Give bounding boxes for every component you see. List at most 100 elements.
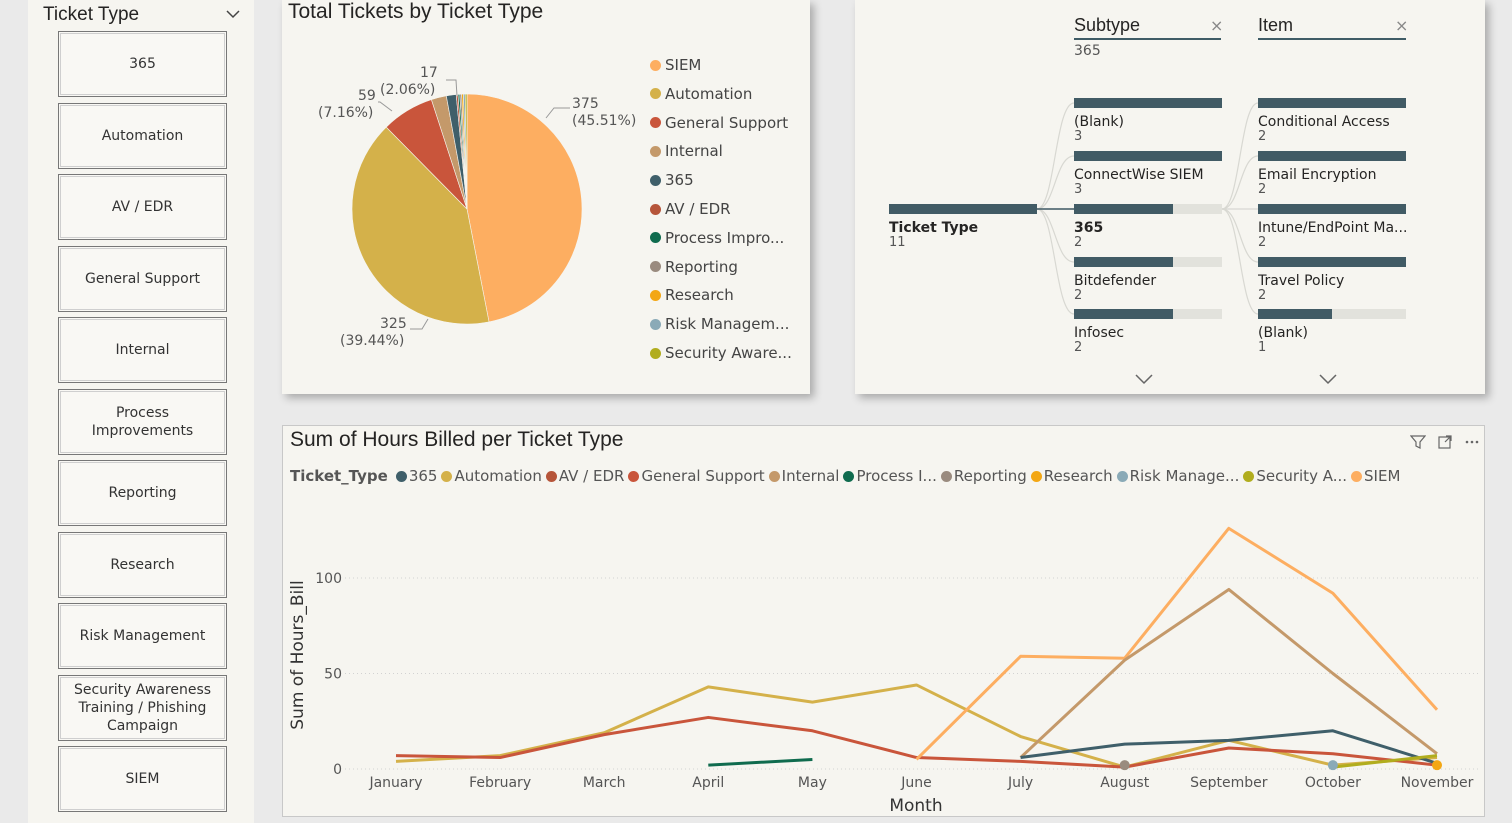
decomp-subtype-node[interactable]: ConnectWise SIEM 3 bbox=[1074, 151, 1222, 197]
series-risk-management-point[interactable] bbox=[1327, 760, 1338, 771]
pie-legend-item[interactable]: AV / EDR bbox=[650, 200, 731, 218]
decomp-subtype-node-label: Infosec bbox=[1074, 325, 1125, 341]
decomp-subtype-node-value: 2 bbox=[1074, 235, 1083, 250]
decomp-item-node-label: Travel Policy bbox=[1258, 273, 1345, 289]
pie-label-internal-value: 17 bbox=[420, 65, 438, 81]
subtype-expand-chevron-icon[interactable] bbox=[1134, 372, 1154, 386]
legend-swatch bbox=[650, 203, 661, 215]
slicer-item[interactable]: Internal bbox=[58, 317, 227, 383]
pie-label-general-value: 59 bbox=[358, 88, 376, 104]
legend-swatch bbox=[650, 59, 661, 71]
y-tick-label: 0 bbox=[333, 762, 342, 778]
slicer-item[interactable]: Security Awareness Training / Phishing C… bbox=[58, 674, 227, 741]
decomp-subtype-node-label: 365 bbox=[1074, 220, 1104, 236]
pie-chart: 375 (45.51%) 325 (39.44%) 59 (7.16%) 17 … bbox=[318, 65, 636, 349]
decomp-subtype-node-value: 3 bbox=[1074, 182, 1083, 197]
slicer-item[interactable]: Process Improvements bbox=[58, 388, 227, 455]
pie-legend-item[interactable]: Automation bbox=[650, 85, 752, 103]
decomp-subtype-node[interactable]: Bitdefender 2 bbox=[1074, 257, 1222, 303]
pie-legend-item[interactable]: SIEM bbox=[650, 56, 701, 74]
slicer-item[interactable]: Reporting bbox=[58, 460, 227, 526]
slicer-item-label: Process Improvements bbox=[91, 404, 194, 439]
slicer-item[interactable]: SIEM bbox=[58, 746, 227, 812]
y-axis-title: Sum of Hours_Bill bbox=[288, 580, 308, 729]
decomp-item-node[interactable]: Email Encryption 2 bbox=[1258, 151, 1406, 197]
series-security-awareness-line[interactable] bbox=[1332, 754, 1438, 769]
x-tick-label: January bbox=[368, 775, 422, 791]
pie-legend-item[interactable]: Internal bbox=[650, 142, 723, 160]
decomp-root-label: Ticket Type bbox=[889, 220, 979, 236]
decomp-item-node-label: (Blank) bbox=[1258, 325, 1308, 341]
series-general-support-line[interactable] bbox=[395, 715, 1438, 769]
pie-label-automation-value: 325 bbox=[380, 316, 407, 332]
pie-legend-item[interactable]: Security Aware... bbox=[650, 344, 792, 362]
slicer-item[interactable]: AV / EDR bbox=[58, 174, 227, 240]
pie-chart-visual: Total Tickets by Ticket Type 375 (45.51%… bbox=[282, 0, 810, 394]
pie-legend-label: AV / EDR bbox=[665, 200, 731, 218]
pie-legend-item[interactable]: Research bbox=[650, 286, 734, 304]
x-tick-label: October bbox=[1305, 775, 1361, 791]
pie-slice-siem[interactable] bbox=[466, 93, 583, 323]
ticket-type-slicer: Ticket Type 365 Automation AV / EDR General… bbox=[28, 0, 254, 823]
series-process-improvements-line[interactable] bbox=[708, 757, 813, 767]
pie-legend-label: Automation bbox=[665, 84, 753, 103]
decomp-item-node[interactable]: Conditional Access 2 bbox=[1258, 98, 1406, 144]
x-tick-label: August bbox=[1100, 775, 1150, 791]
pie-legend-label: Process Impro... bbox=[665, 228, 785, 247]
series-research-point[interactable] bbox=[1432, 760, 1442, 771]
legend-swatch bbox=[650, 289, 661, 301]
pie-legend-item[interactable]: 365 bbox=[650, 171, 694, 189]
slicer-item[interactable]: Research bbox=[58, 531, 227, 598]
x-tick-label: June bbox=[900, 775, 932, 791]
decomp-root-node[interactable]: Ticket Type 11 bbox=[889, 204, 1037, 250]
pie-legend-item[interactable]: Reporting bbox=[650, 258, 738, 276]
pie-legend-label: 365 bbox=[665, 171, 694, 190]
pie-legend-label: General Support bbox=[665, 113, 789, 132]
pie-label-siem-value: 375 bbox=[572, 96, 599, 112]
legend-swatch bbox=[650, 347, 661, 359]
decomp-item-node-value: 2 bbox=[1258, 182, 1267, 197]
decomp-subtype-node[interactable]: Infosec 2 bbox=[1074, 309, 1222, 355]
decomp-subtype-node-label: Bitdefender bbox=[1074, 273, 1157, 289]
decomp-item-node-label: Email Encryption bbox=[1258, 167, 1377, 183]
slicer-item[interactable]: Risk Management bbox=[58, 603, 227, 669]
chevron-down-icon[interactable] bbox=[225, 6, 241, 22]
y-tick-label: 100 bbox=[315, 571, 342, 587]
x-axis-title: Month bbox=[889, 796, 942, 816]
x-tick-label: April bbox=[692, 775, 724, 791]
decomp-subtype-node[interactable]: 365 2 bbox=[1074, 204, 1222, 250]
slicer-item-label: Automation bbox=[101, 127, 184, 144]
decomp-item-node[interactable]: Intune/EndPoint Ma... 2 bbox=[1258, 204, 1406, 250]
legend-swatch bbox=[650, 174, 661, 186]
series-reporting-point[interactable] bbox=[1119, 760, 1130, 771]
pie-legend-label: Reporting bbox=[665, 257, 738, 276]
pie-legend-item[interactable]: Process Impro... bbox=[650, 229, 784, 247]
x-tick-label: July bbox=[1007, 775, 1033, 791]
decomp-subtype-node-label: (Blank) bbox=[1074, 114, 1124, 130]
series-internal-line[interactable] bbox=[1019, 587, 1438, 759]
decomp-item-node[interactable]: (Blank) 1 bbox=[1258, 309, 1406, 355]
pie-legend-item[interactable]: General Support bbox=[650, 114, 788, 132]
decomp-subtype-node-label: ConnectWise SIEM bbox=[1074, 167, 1204, 183]
item-expand-chevron-icon[interactable] bbox=[1318, 372, 1338, 386]
slicer-item-label: AV / EDR bbox=[111, 199, 174, 215]
decomp-subtype-node-value: 3 bbox=[1074, 129, 1083, 144]
decomp-item-node[interactable]: Travel Policy 2 bbox=[1258, 257, 1406, 303]
slicer-item[interactable]: 365 bbox=[58, 31, 227, 97]
slicer-item[interactable]: Automation bbox=[58, 102, 227, 169]
x-tick-label: February bbox=[469, 775, 531, 791]
decomp-item-node-label: Intune/EndPoint Ma... bbox=[1258, 220, 1406, 236]
series-automation-line[interactable] bbox=[395, 683, 1438, 769]
decomp-subtype-node-value: 2 bbox=[1074, 288, 1083, 303]
pie-label-internal-pct: (2.06%) bbox=[380, 82, 435, 98]
legend-swatch bbox=[650, 88, 661, 100]
slicer-item[interactable]: General Support bbox=[58, 245, 227, 312]
pie-legend-item[interactable]: Risk Managem... bbox=[650, 315, 789, 333]
x-tick-label: May bbox=[798, 775, 827, 791]
x-tick-label: November bbox=[1401, 775, 1474, 791]
decomp-subtype-node-value: 2 bbox=[1074, 340, 1083, 355]
slicer-item-label: SIEM bbox=[125, 771, 160, 787]
decomp-root-value: 11 bbox=[889, 235, 906, 250]
legend-swatch bbox=[650, 261, 661, 273]
decomp-subtype-node[interactable]: (Blank) 3 bbox=[1074, 98, 1222, 144]
